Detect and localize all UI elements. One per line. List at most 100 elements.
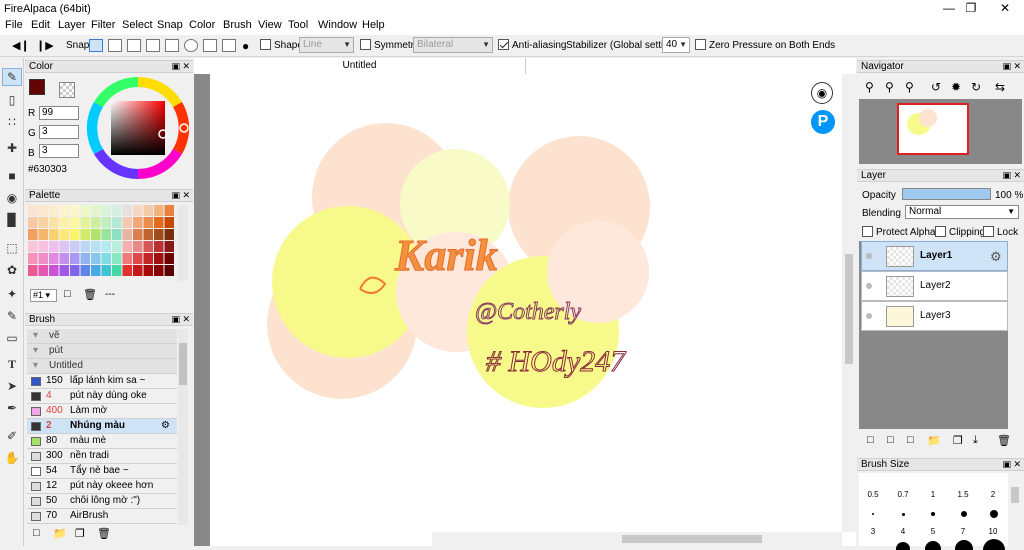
visibility-icon[interactable] <box>866 283 872 289</box>
palette-swatch[interactable] <box>91 253 101 264</box>
background-color-swatch[interactable] <box>59 82 75 98</box>
alpaca-mascot-icon[interactable]: ◉ <box>811 82 833 104</box>
palette-swatch[interactable] <box>91 229 101 240</box>
palette-swatch[interactable] <box>154 217 164 228</box>
palette-swatch[interactable] <box>59 265 70 276</box>
panel-pin-close-icon[interactable]: ▣ ✕ <box>171 314 190 325</box>
palette-swatch[interactable] <box>112 265 122 276</box>
flip-icon[interactable]: ⇆ <box>995 80 1005 94</box>
palette-swatch[interactable] <box>38 253 49 264</box>
canvas-hscroll[interactable] <box>432 532 842 546</box>
palette-swatch[interactable] <box>154 229 164 240</box>
menu-filter[interactable]: Filter <box>91 19 115 31</box>
palette-swatch[interactable] <box>133 229 143 240</box>
palette-swatch[interactable] <box>28 229 38 240</box>
symmetry-select[interactable]: Bilateral ▼ <box>413 37 493 53</box>
palette-swatch[interactable] <box>49 265 59 276</box>
blending-select[interactable]: Normal ▼ <box>905 205 1019 219</box>
palette-swatch[interactable] <box>133 253 143 264</box>
menu-color[interactable]: Color <box>189 19 215 31</box>
operation-tool-icon[interactable]: ➤ <box>4 378 20 394</box>
hand-tool-icon[interactable]: ✋ <box>4 450 20 466</box>
palette-swatch[interactable] <box>59 229 70 240</box>
lasso-tool-icon[interactable]: ✿ <box>4 262 20 278</box>
palette-swatch[interactable] <box>143 265 154 276</box>
panel-pin-close-icon[interactable]: ▣ ✕ <box>1002 61 1021 72</box>
layer-row-1[interactable]: Layer1 ⚙ <box>861 241 1008 271</box>
layer-row-2[interactable]: Layer2 <box>861 271 1008 301</box>
palette-swatch[interactable] <box>154 205 164 216</box>
palette-swatch[interactable] <box>80 241 91 252</box>
brush-group-row[interactable]: ▾ vẽ <box>27 329 177 344</box>
select-eraser-tool-icon[interactable]: ▭ <box>4 330 20 346</box>
palette-swatch[interactable] <box>133 241 143 252</box>
brush-group-row[interactable]: ▾ pút <box>27 344 177 359</box>
palette-swatch[interactable] <box>154 265 164 276</box>
bucket-tool-icon[interactable]: ◉ <box>4 190 20 206</box>
palette-swatch[interactable] <box>154 241 164 252</box>
palette-swatch[interactable] <box>112 229 122 240</box>
palette-swatch[interactable] <box>101 205 112 216</box>
layer-folder-icon[interactable]: 📁 <box>927 434 941 447</box>
palette-swatch[interactable] <box>133 217 143 228</box>
layer-row-3[interactable]: Layer3 <box>861 301 1008 331</box>
foreground-color-swatch[interactable] <box>29 79 45 95</box>
menu-tool[interactable]: Tool <box>288 19 308 31</box>
palette-swatch[interactable] <box>101 253 112 264</box>
palette-swatch[interactable] <box>164 217 175 228</box>
brush-folder-icon[interactable]: 📁 <box>53 527 67 540</box>
zoom-in-2-icon[interactable]: ⚲ <box>885 80 894 94</box>
fill-rect-tool-icon[interactable]: ■ <box>4 168 20 184</box>
palette-swatch[interactable] <box>133 205 143 216</box>
brush-row[interactable]: 12 pút này okeee hơn <box>27 479 177 494</box>
palette-swatch[interactable] <box>122 241 133 252</box>
panel-pin-close-icon[interactable]: ▣ ✕ <box>171 61 190 72</box>
palette-scrollbar[interactable] <box>178 205 188 281</box>
palette-swatch[interactable] <box>49 253 59 264</box>
pixiv-icon[interactable]: P <box>811 110 835 134</box>
brush-row[interactable]: 150 lấp lánh kim sa ~ <box>27 374 177 389</box>
palette-swatch[interactable] <box>112 253 122 264</box>
protect-alpha-checkbox[interactable]: Protect Alpha <box>862 226 935 238</box>
palette-trash-icon[interactable]: 🗑 <box>83 288 97 301</box>
palette-swatch[interactable] <box>70 205 80 216</box>
brush-row[interactable]: 400 Làm mờ <box>27 404 177 419</box>
layer-new-icon[interactable]: □ <box>867 434 874 446</box>
palette-swatch[interactable] <box>122 265 133 276</box>
snap-circle-icon[interactable] <box>184 39 198 52</box>
palette-more-menu[interactable]: --- <box>105 289 115 300</box>
panel-pin-close-icon[interactable]: ▣ ✕ <box>171 190 190 201</box>
brush-row[interactable]: 54 Tẩy nè bae ~ <box>27 464 177 479</box>
canvas-tab[interactable]: Untitled <box>194 58 526 74</box>
snap-curve-icon[interactable] <box>203 39 217 52</box>
palette-set-select[interactable]: #1 ▾ <box>30 289 57 302</box>
symmetry-checkbox[interactable]: Symmetry <box>360 38 419 54</box>
navigator-preview[interactable] <box>859 99 1022 164</box>
layer-scrollbar[interactable] <box>1008 241 1022 429</box>
brush-scrollbar[interactable] <box>178 329 188 525</box>
menu-view[interactable]: View <box>258 19 282 31</box>
palette-swatch[interactable] <box>70 217 80 228</box>
menu-brush[interactable]: Brush <box>223 19 252 31</box>
palette-swatch[interactable] <box>38 265 49 276</box>
brush-trash-icon[interactable]: 🗑 <box>97 527 111 540</box>
palette-new-icon[interactable]: □ <box>64 288 71 300</box>
palette-swatch[interactable] <box>70 253 80 264</box>
group-collapse-icon[interactable]: ▾ <box>33 329 38 343</box>
snap-parallel-icon[interactable] <box>108 39 122 52</box>
palette-swatch[interactable] <box>80 265 91 276</box>
group-collapse-icon[interactable]: ▾ <box>33 344 38 358</box>
clipping-checkbox[interactable]: Clipping <box>935 226 985 238</box>
snap-radial-icon[interactable] <box>165 39 179 52</box>
palette-swatch[interactable] <box>80 229 91 240</box>
snap-off-icon[interactable] <box>89 39 103 52</box>
navigator-viewport[interactable] <box>897 103 969 155</box>
palette-swatch[interactable] <box>80 253 91 264</box>
select-pen-tool-icon[interactable]: ✎ <box>4 308 20 324</box>
eyedropper-tool-icon[interactable]: ✐ <box>4 428 20 444</box>
brush-row[interactable]: 2 Nhúng màu ⚙ <box>27 419 177 434</box>
brush-row[interactable]: 300 nền tradi <box>27 449 177 464</box>
palette-swatch[interactable] <box>28 205 38 216</box>
brush-row[interactable]: 50 chôi lông mờ :") <box>27 494 177 509</box>
palette-swatch[interactable] <box>122 229 133 240</box>
